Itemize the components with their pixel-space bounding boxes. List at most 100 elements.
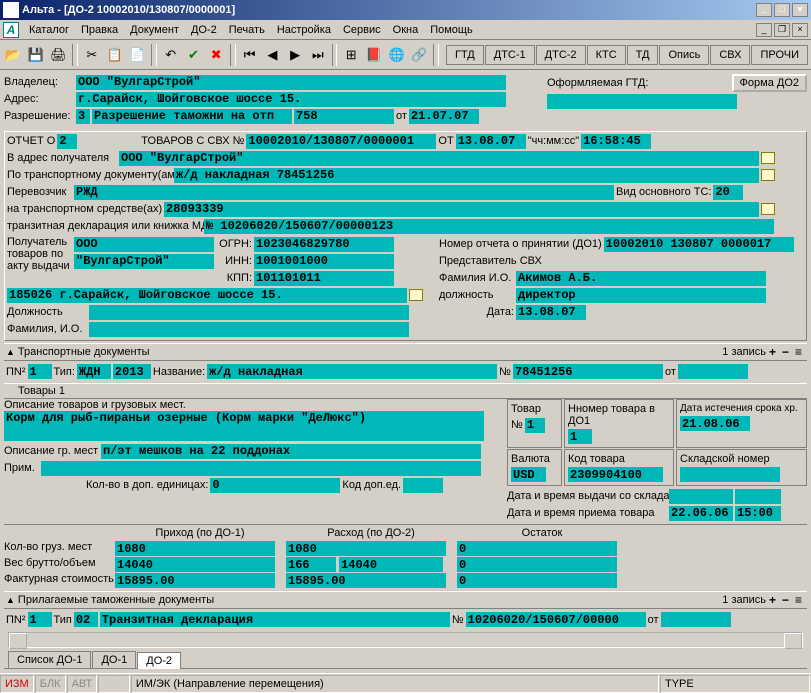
rest-weight-field[interactable]: 0: [457, 557, 617, 572]
menu-catalog[interactable]: Каталог: [23, 22, 75, 38]
in-places-field[interactable]: 1080: [115, 541, 275, 556]
menu-help[interactable]: Помощь: [424, 22, 479, 38]
att-pn-field[interactable]: 1: [28, 612, 52, 627]
print-icon[interactable]: 🖨: [48, 43, 70, 67]
recv-fio-field[interactable]: [89, 322, 409, 337]
goods-desc-field[interactable]: Корм для рыб-пираньи озерные (Корм марки…: [4, 411, 484, 441]
recipient-field[interactable]: ООО "ВулгарСтрой": [119, 151, 759, 166]
stock-field[interactable]: [680, 467, 780, 482]
undo-icon[interactable]: ↶: [160, 43, 182, 67]
mdi-minimize-button[interactable]: _: [756, 23, 772, 37]
check-icon[interactable]: ✔: [183, 43, 205, 67]
next-icon[interactable]: ▶: [284, 43, 306, 67]
collapse-icon[interactable]: ▲: [6, 595, 15, 605]
vehicle-field[interactable]: 28093339: [164, 202, 759, 217]
accept-date-field[interactable]: 13.08.07: [516, 305, 586, 320]
last-icon[interactable]: ⏭: [307, 43, 329, 67]
collapse-icon[interactable]: ▲: [6, 347, 15, 357]
tree-icon[interactable]: ⊞: [340, 43, 362, 67]
menu-service[interactable]: Сервис: [337, 22, 387, 38]
gtd-field[interactable]: [547, 94, 737, 109]
trans-name-field[interactable]: ж/д накладная: [207, 364, 497, 379]
tab-svx[interactable]: СВХ: [710, 45, 750, 65]
accept-post-field[interactable]: директор: [516, 288, 766, 303]
copy-icon[interactable]: 📋: [104, 43, 126, 67]
svx-num-field[interactable]: 10002010/130807/0000001: [246, 134, 436, 149]
out-places-field[interactable]: 1080: [286, 541, 446, 556]
prev-icon[interactable]: ◀: [261, 43, 283, 67]
trans-no-field[interactable]: 78451256: [513, 364, 663, 379]
report-date-field[interactable]: 13.08.07: [456, 134, 526, 149]
accept-fio-field[interactable]: Акимов А.Б.: [516, 271, 766, 286]
recv-time-field[interactable]: 15:00: [735, 506, 781, 521]
grm-field[interactable]: п/эт мешков на 22 поддонах: [101, 444, 481, 459]
att-date-field[interactable]: [661, 612, 731, 627]
expire-field[interactable]: 21.08.06: [680, 416, 750, 431]
open-icon[interactable]: 📂: [2, 43, 24, 67]
unit-field[interactable]: [403, 478, 443, 493]
note-icon[interactable]: [761, 152, 775, 164]
menu-edit[interactable]: Правка: [75, 22, 124, 38]
ogrn-field[interactable]: 1023046829780: [254, 237, 394, 252]
transdoc-field[interactable]: ж/д накладная 78451256: [174, 168, 759, 183]
owner-field[interactable]: ООО "ВулгарСтрой": [76, 75, 506, 90]
btab-list-do1[interactable]: Список ДО-1: [8, 651, 91, 668]
remove-row-button[interactable]: −: [779, 593, 792, 607]
note-icon[interactable]: [761, 203, 775, 215]
rest-places-field[interactable]: 0: [457, 541, 617, 556]
horizontal-scrollbar[interactable]: [8, 632, 803, 648]
rest-cost-field[interactable]: 0: [457, 573, 617, 588]
out-w1-field[interactable]: 166: [286, 557, 336, 572]
tab-td[interactable]: ТД: [627, 45, 659, 65]
report-num-field[interactable]: 2: [57, 134, 77, 149]
link-icon[interactable]: 🔗: [409, 43, 431, 67]
recv-name1-field[interactable]: ООО: [74, 237, 214, 252]
recv-post-field[interactable]: [89, 305, 409, 320]
inn-field[interactable]: 1001001000: [254, 254, 394, 269]
att-name-field[interactable]: Транзитная декларация: [100, 612, 450, 627]
mdi-close-button[interactable]: ×: [792, 23, 808, 37]
perm-date-field[interactable]: 21.07.07: [409, 109, 479, 124]
addr-field[interactable]: г.Сарайск, Шойговское шоссе 15.: [76, 92, 506, 107]
menu-do2[interactable]: ДО-2: [185, 22, 223, 38]
trans-pn-field[interactable]: 1: [28, 364, 52, 379]
globe-icon[interactable]: 🌐: [386, 43, 408, 67]
formdo2-button[interactable]: Форма ДО2: [732, 74, 807, 92]
tovar-no-field[interactable]: 1: [525, 418, 545, 433]
recv-name2-field[interactable]: "ВулгарСтрой": [74, 254, 214, 269]
kpp-field[interactable]: 101101011: [254, 271, 394, 286]
remove-row-button[interactable]: −: [779, 345, 792, 359]
in-weight-field[interactable]: 14040: [115, 557, 275, 572]
report-time-field[interactable]: 16:58:45: [581, 134, 651, 149]
currency-field[interactable]: USD: [511, 467, 546, 482]
maximize-button[interactable]: □: [774, 3, 790, 17]
note-icon[interactable]: [761, 169, 775, 181]
cancel-icon[interactable]: ✖: [205, 43, 227, 67]
tab-dts2[interactable]: ДТС-2: [536, 45, 586, 65]
trans-date-field[interactable]: [678, 364, 748, 379]
att-no-field[interactable]: 10206020/150607/00000: [466, 612, 646, 627]
note-icon[interactable]: [409, 289, 423, 301]
tab-opis[interactable]: Опись: [659, 45, 709, 65]
issue-time-field[interactable]: [735, 489, 781, 504]
perm-num-field[interactable]: 758: [294, 109, 394, 124]
tab-dts1[interactable]: ДТС-1: [485, 45, 535, 65]
transit-field[interactable]: № 10206020/150607/00000123: [204, 219, 774, 234]
trans-tip-field[interactable]: ЖДН: [77, 364, 111, 379]
in-cost-field[interactable]: 15895.00: [115, 573, 275, 588]
menu-settings[interactable]: Настройка: [271, 22, 337, 38]
menu-document[interactable]: Документ: [124, 22, 185, 38]
out-w2-field[interactable]: 14040: [339, 557, 443, 572]
band-menu-button[interactable]: ≡: [792, 593, 805, 607]
recv-addr-field[interactable]: 185026 г.Сарайск, Шойговское шоссе 15.: [7, 288, 407, 303]
tab-kts[interactable]: КТС: [587, 45, 626, 65]
add-row-button[interactable]: +: [766, 593, 779, 607]
first-icon[interactable]: ⏮: [239, 43, 261, 67]
out-cost-field[interactable]: 15895.00: [286, 573, 446, 588]
menu-print[interactable]: Печать: [223, 22, 271, 38]
save-icon[interactable]: 💾: [25, 43, 47, 67]
cut-icon[interactable]: ✂: [81, 43, 103, 67]
paste-icon[interactable]: 📄: [126, 43, 148, 67]
minimize-button[interactable]: _: [756, 3, 772, 17]
att-tip-field[interactable]: 02: [74, 612, 98, 627]
